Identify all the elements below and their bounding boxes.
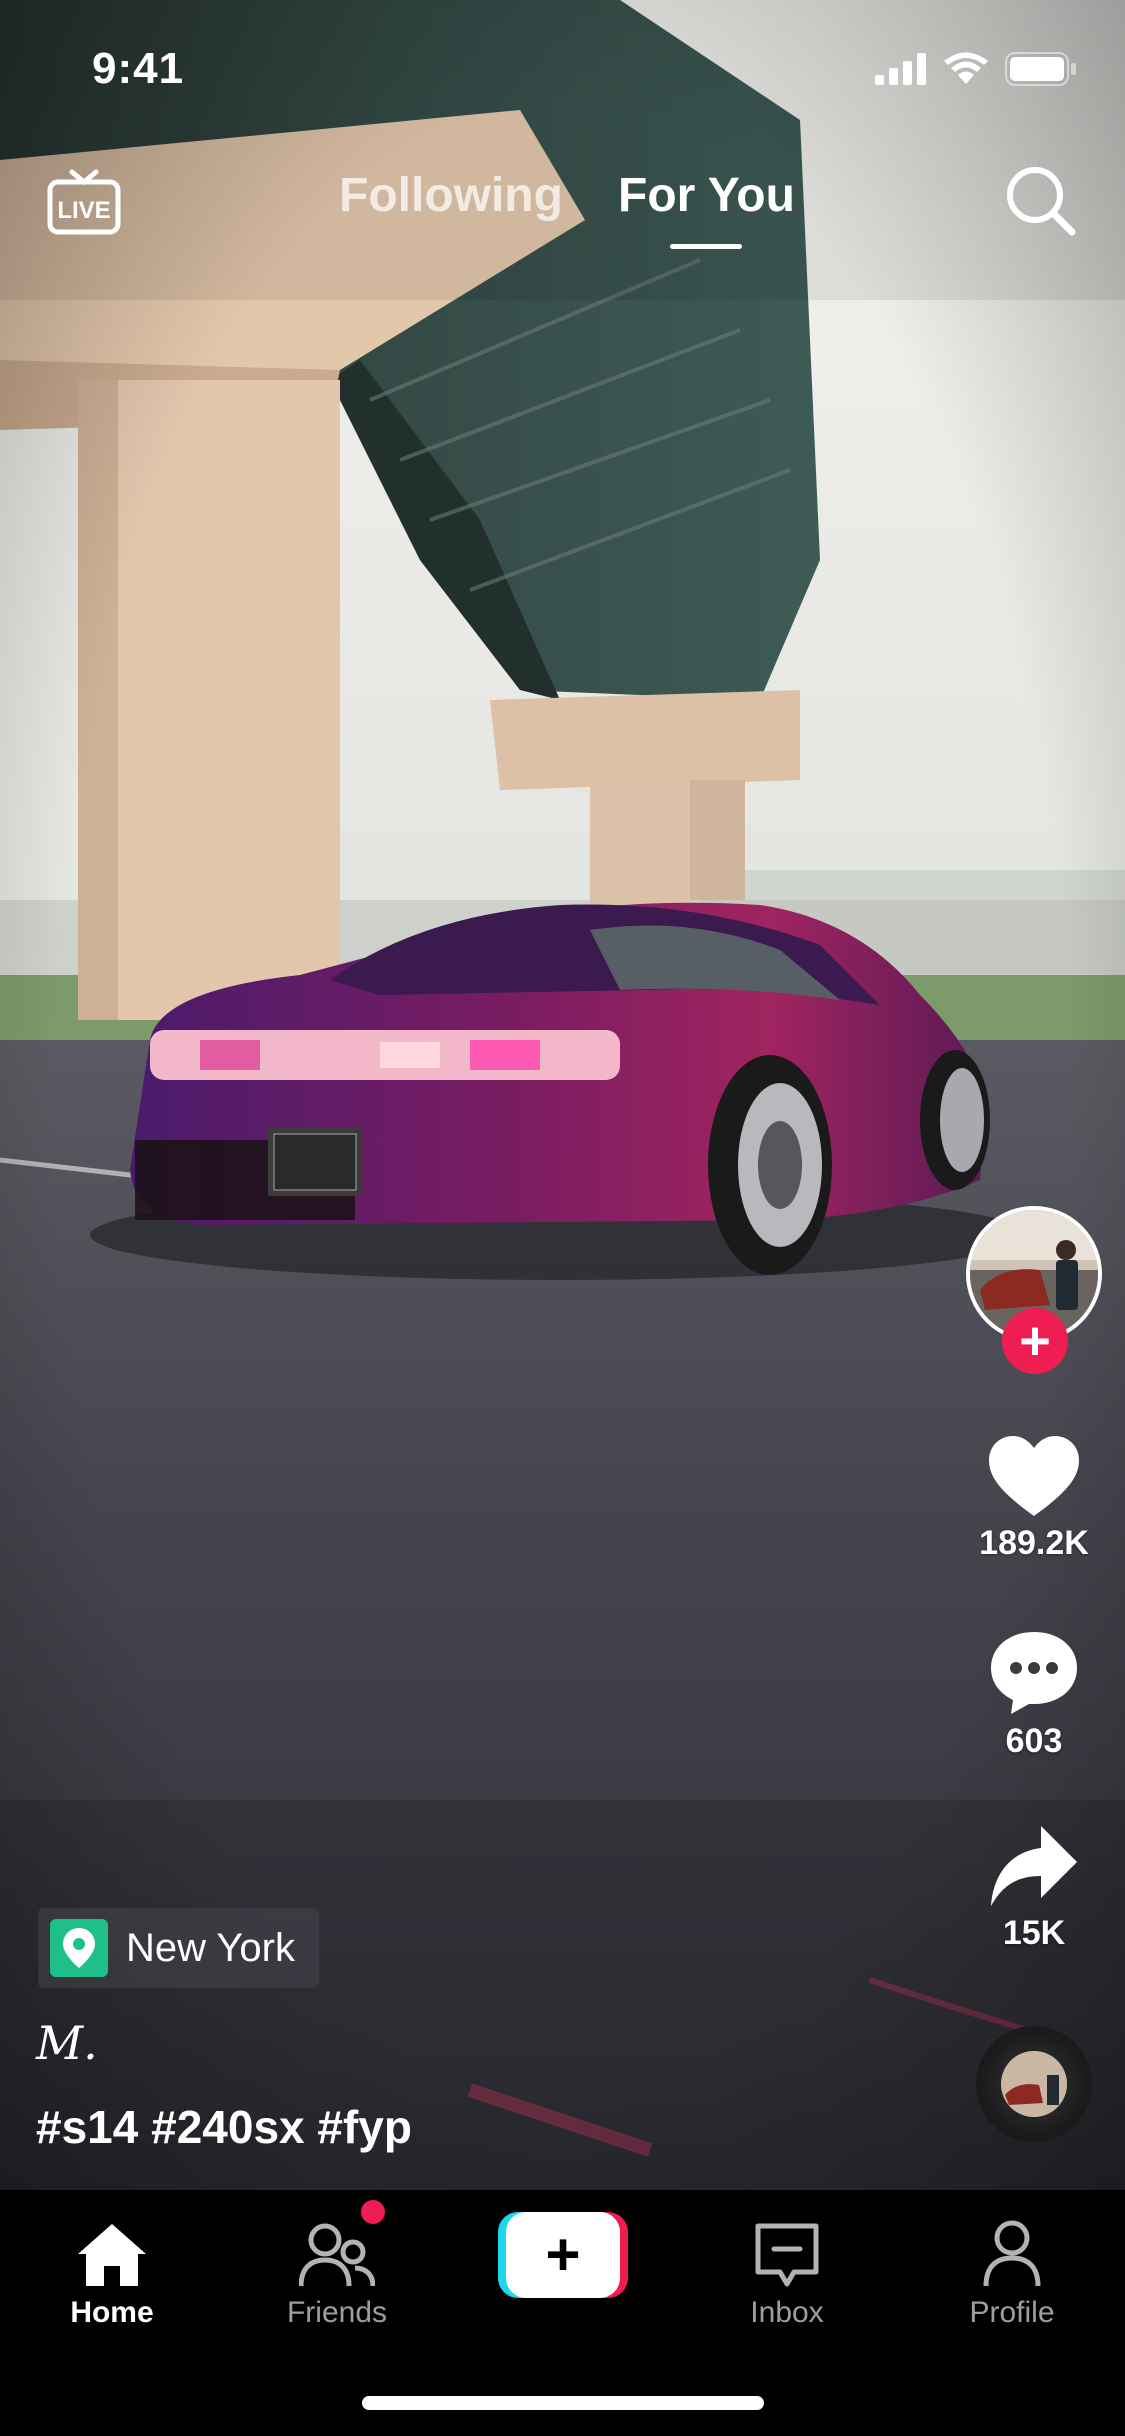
tab-for-you[interactable]: For You bbox=[618, 168, 795, 223]
feed-tabs: Following For You bbox=[0, 168, 1125, 249]
creator-avatar-group: + bbox=[966, 1206, 1102, 1376]
friends-icon bbox=[299, 2223, 375, 2287]
location-label: New York bbox=[126, 1925, 295, 1970]
post-caption[interactable]: #s14 #240sx #fyp bbox=[36, 2100, 412, 2154]
active-tab-indicator bbox=[670, 244, 742, 249]
home-icon bbox=[78, 2224, 146, 2286]
comment-action[interactable]: 603 bbox=[960, 1630, 1108, 1761]
tab-home[interactable]: Home bbox=[12, 2190, 212, 2340]
heart-icon bbox=[989, 1436, 1079, 1516]
tab-inbox[interactable]: Inbox bbox=[687, 2190, 887, 2340]
share-action[interactable]: 15K bbox=[960, 1826, 1108, 1953]
tab-profile[interactable]: Profile bbox=[912, 2190, 1112, 2340]
cellular-signal-icon bbox=[875, 53, 926, 85]
creator-username[interactable]: M. bbox=[36, 2016, 98, 2070]
music-disc-cover bbox=[1001, 2051, 1067, 2117]
tab-inbox-label: Inbox bbox=[750, 2296, 824, 2329]
search-icon bbox=[1007, 167, 1076, 236]
person-icon bbox=[983, 2220, 1041, 2287]
map-pin-icon bbox=[50, 1919, 108, 1977]
share-count: 15K bbox=[1002, 1914, 1066, 1952]
follow-button[interactable]: + bbox=[1002, 1308, 1068, 1374]
create-button[interactable]: + bbox=[498, 2212, 628, 2298]
home-indicator[interactable] bbox=[362, 2396, 764, 2410]
comment-dots-icon bbox=[991, 1632, 1077, 1714]
video-frame[interactable] bbox=[0, 0, 1125, 2190]
plus-icon: + bbox=[506, 2212, 620, 2298]
battery-icon bbox=[1005, 52, 1076, 86]
share-arrow-icon bbox=[991, 1826, 1077, 1906]
music-disc[interactable] bbox=[976, 2026, 1092, 2142]
tab-friends-label: Friends bbox=[286, 2296, 388, 2329]
comment-count: 603 bbox=[1005, 1722, 1063, 1760]
music-cover-image bbox=[1001, 2051, 1067, 2117]
video-scene-image bbox=[0, 0, 1125, 2190]
like-action[interactable]: 189.2K bbox=[960, 1436, 1108, 1563]
wifi-icon bbox=[944, 52, 988, 84]
inbox-icon bbox=[755, 2223, 819, 2287]
search-button[interactable] bbox=[1002, 162, 1078, 238]
tab-home-label: Home bbox=[70, 2296, 154, 2329]
status-time: 9:41 bbox=[92, 44, 185, 93]
tab-friends[interactable]: Friends bbox=[237, 2190, 437, 2340]
friends-notification-badge bbox=[361, 2200, 385, 2224]
status-icons bbox=[875, 52, 1077, 86]
location-tag[interactable]: New York bbox=[38, 1908, 319, 1988]
tab-profile-label: Profile bbox=[969, 2296, 1055, 2329]
like-count: 189.2K bbox=[979, 1524, 1089, 1562]
tab-following[interactable]: Following bbox=[339, 168, 563, 223]
